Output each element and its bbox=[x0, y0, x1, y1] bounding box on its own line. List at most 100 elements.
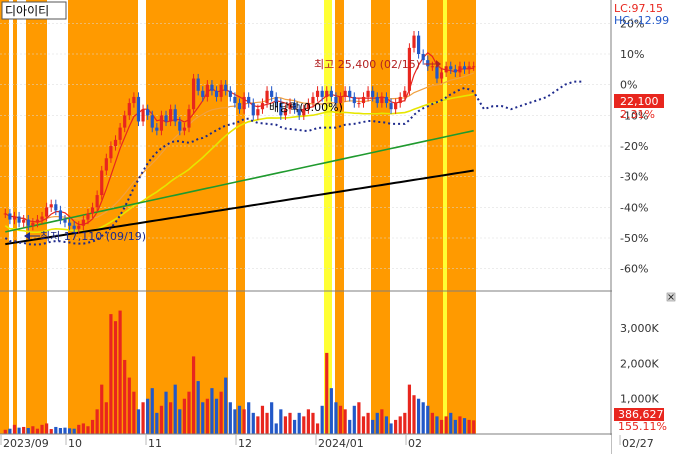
volume-bar bbox=[182, 398, 186, 434]
volume-bar bbox=[430, 412, 434, 434]
candle-body bbox=[118, 127, 122, 140]
volume-bar bbox=[265, 412, 269, 434]
orange-band bbox=[26, 0, 47, 434]
candle-body bbox=[159, 115, 164, 131]
volume-bar bbox=[293, 419, 297, 434]
price-y-tick: -40% bbox=[620, 201, 648, 214]
candle-body bbox=[315, 90, 320, 97]
volume-bar bbox=[421, 402, 425, 434]
volume-bar bbox=[412, 395, 416, 434]
price-y-tick: -20% bbox=[620, 140, 648, 153]
candle-body bbox=[182, 127, 186, 131]
orange-band bbox=[0, 0, 9, 434]
candle-body bbox=[352, 96, 356, 104]
candle-body bbox=[31, 222, 35, 226]
candle-body bbox=[421, 54, 425, 61]
volume-bar bbox=[113, 321, 118, 434]
volume-bar bbox=[334, 402, 338, 434]
candle-body bbox=[45, 207, 49, 217]
candle-body bbox=[233, 96, 237, 104]
volume-bar bbox=[306, 409, 310, 434]
volume-bar bbox=[439, 419, 444, 434]
candle-body bbox=[95, 195, 99, 208]
candle-body bbox=[384, 96, 389, 104]
candle-body bbox=[412, 35, 416, 48]
price-y-tick: -30% bbox=[620, 171, 648, 184]
volume-bar bbox=[398, 416, 402, 434]
candle-body bbox=[366, 90, 370, 97]
volume-bar bbox=[384, 416, 389, 434]
volume-bar bbox=[49, 429, 53, 434]
hc-label: HC:-12.99 bbox=[614, 14, 669, 27]
candle-body bbox=[435, 66, 439, 79]
volume-bar bbox=[472, 420, 476, 434]
candle-body bbox=[329, 90, 333, 97]
candle-body bbox=[3, 213, 7, 215]
volume-bar bbox=[283, 416, 288, 434]
volume-bar bbox=[12, 424, 17, 434]
volume-y-ticks: 3,000K 2,000K 1,000K bbox=[620, 322, 659, 406]
candle-body bbox=[472, 66, 476, 68]
candle-body bbox=[430, 66, 434, 68]
volume-bar bbox=[219, 391, 223, 434]
volume-bar bbox=[467, 419, 471, 434]
volume-bar bbox=[26, 428, 30, 434]
stock-chart-window: 20% 10% 0% -10% -20% -30% -40% -50% -60% 3,000K 2… bbox=[0, 0, 677, 454]
volume-bar bbox=[251, 412, 255, 434]
candle-body bbox=[77, 225, 81, 229]
price-y-tick: -60% bbox=[620, 263, 648, 276]
candle-body bbox=[467, 66, 471, 70]
volume-bar bbox=[279, 409, 283, 434]
close-icon[interactable] bbox=[666, 292, 676, 302]
candle-body bbox=[123, 115, 127, 128]
volume-bar bbox=[67, 428, 72, 434]
volume-bar bbox=[214, 398, 219, 434]
volume-bar bbox=[178, 409, 182, 434]
volume-bar bbox=[403, 412, 407, 434]
candle-body bbox=[462, 66, 467, 70]
candle-body bbox=[343, 90, 347, 97]
volume-bar bbox=[132, 391, 136, 434]
volume-bar bbox=[81, 423, 85, 434]
candle-body bbox=[169, 109, 173, 122]
candle-body bbox=[449, 66, 453, 70]
candle-body bbox=[453, 69, 457, 73]
candle-body bbox=[40, 216, 44, 220]
volume-bar bbox=[109, 314, 113, 434]
candle-body bbox=[150, 115, 154, 128]
candle-body bbox=[58, 210, 63, 220]
candle-body bbox=[8, 213, 12, 220]
volume-bar bbox=[462, 418, 467, 434]
stock-chart-svg[interactable]: 20%10%0%-10%-20%-30%-40%-50%-60% 3,000K2… bbox=[0, 0, 677, 454]
candle-body bbox=[256, 109, 260, 116]
x-axis-label: 2023/09 bbox=[3, 437, 49, 450]
volume-bar bbox=[104, 402, 108, 434]
volume-bar bbox=[22, 426, 26, 434]
volume-bar bbox=[54, 426, 58, 434]
volume-bar bbox=[247, 402, 251, 434]
candle-body bbox=[81, 219, 85, 226]
volume-bar bbox=[141, 402, 145, 434]
volume-bar bbox=[315, 423, 320, 434]
candle-body bbox=[173, 109, 177, 122]
candle-body bbox=[178, 121, 182, 131]
volume-bar bbox=[407, 384, 412, 434]
low-annotation: 최저 17,110 (09/19) bbox=[40, 230, 146, 243]
volume-bar bbox=[352, 405, 356, 434]
current-price: 22,100 bbox=[620, 95, 659, 108]
volume-bar bbox=[100, 384, 104, 434]
chart-title: 디아이티 bbox=[5, 4, 49, 18]
volume-y-tick: 2,000K bbox=[620, 357, 659, 370]
volume-bar bbox=[329, 388, 333, 434]
volume-bar bbox=[123, 359, 127, 434]
candle-body bbox=[205, 84, 209, 97]
volume-bar bbox=[453, 419, 457, 434]
volume-bar bbox=[338, 405, 343, 434]
volume-bar bbox=[260, 405, 265, 434]
volume-bar bbox=[127, 377, 131, 434]
candle-body bbox=[155, 127, 159, 131]
candle-body bbox=[325, 90, 329, 97]
candle-body bbox=[26, 219, 30, 226]
candle-body bbox=[49, 204, 53, 208]
volume-bar bbox=[348, 419, 352, 434]
